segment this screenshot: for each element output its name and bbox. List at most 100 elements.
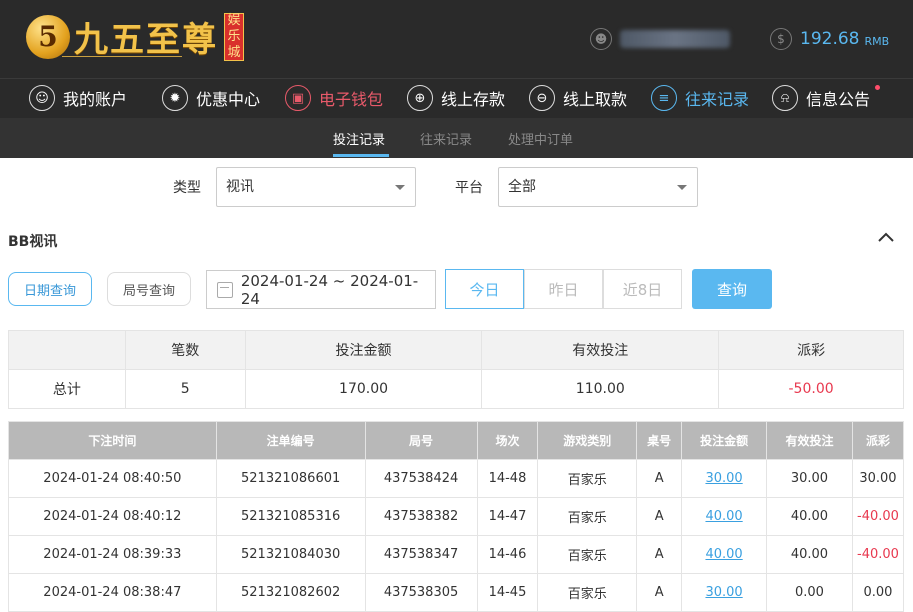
badge-char: 乐: [227, 28, 241, 44]
table-cell: 40.00: [766, 497, 853, 536]
bet-detail-table: 下注时间 注单编号 局号 场次 游戏类别 桌号 投注金额 有效投注 派彩 202…: [8, 421, 905, 612]
detail-header-cell: 派彩: [851, 421, 905, 460]
nav-label: 线上存款: [441, 90, 506, 109]
summary-cell: 170.00: [244, 369, 483, 409]
user-info[interactable]: ☻: [590, 28, 730, 50]
balance-unit: RMB: [864, 34, 890, 48]
yesterday-button[interactable]: 昨日: [524, 269, 603, 309]
detail-header-cell: 游戏类别: [537, 421, 638, 460]
nav-promotions[interactable]: ✹ 优惠中心: [162, 85, 260, 111]
type-label: 类型: [173, 180, 201, 196]
detail-header-row: 下注时间 注单编号 局号 场次 游戏类别 桌号 投注金额 有效投注 派彩: [8, 421, 905, 460]
brand-logo[interactable]: 5 九五至尊 娱 乐 城: [26, 12, 244, 61]
summary-header-cell: [8, 330, 126, 370]
logo-emblem-icon: 5: [26, 14, 70, 59]
table-cell: 14-46: [476, 535, 539, 574]
detail-header-cell: 场次: [476, 421, 539, 460]
calendar-icon: [217, 281, 233, 298]
nav-my-account[interactable]: ☺ 我的账户: [29, 85, 127, 111]
nav-label: 优惠中心: [196, 90, 261, 109]
table-cell: A: [636, 573, 683, 612]
table-cell: 百家乐: [537, 535, 638, 574]
table-cell: 30.00: [681, 459, 768, 498]
summary-header-row: 笔数 投注金额 有效投注 派彩: [8, 330, 904, 370]
table-cell: 0.00: [766, 573, 853, 612]
table-cell: 521321082602: [215, 573, 366, 612]
table-cell: 0.00: [851, 573, 905, 612]
summary-total-row: 总计 5 170.00 110.00 -50.00: [8, 369, 904, 409]
table-cell: 521321086601: [215, 459, 366, 498]
type-select-value: 视讯: [226, 179, 254, 195]
section-title: BB视讯: [8, 234, 58, 250]
sub-nav: 投注记录 往来记录 处理中订单: [0, 118, 913, 158]
summary-header-cell: 有效投注: [481, 330, 720, 370]
nav-records[interactable]: ≡ 往来记录: [651, 85, 749, 111]
summary-header-cell: 笔数: [124, 330, 246, 370]
gift-icon: ✹: [162, 85, 188, 111]
bet-amount-link[interactable]: 30.00: [705, 471, 742, 486]
detail-header-cell: 局号: [364, 421, 478, 460]
user-circle-icon: ☻: [590, 28, 612, 50]
tab-transaction-records[interactable]: 往来记录: [420, 129, 472, 148]
badge-char: 娱: [227, 12, 241, 28]
nav-deposit[interactable]: ⊕ 线上存款: [407, 85, 505, 111]
bet-amount-link[interactable]: 40.00: [705, 509, 742, 524]
badge-char: 城: [227, 44, 241, 60]
table-cell: 14-48: [476, 459, 539, 498]
table-cell: -40.00: [851, 535, 905, 574]
table-cell: 30.00: [766, 459, 853, 498]
notification-dot: [875, 85, 881, 90]
nav-announcements[interactable]: ⍾ 信息公告: [772, 85, 881, 111]
username-blurred: [620, 30, 730, 48]
date-query-tab[interactable]: 日期查询: [8, 272, 92, 306]
table-cell: A: [636, 497, 683, 536]
date-range-value: 2024-01-24 ~ 2024-01-24: [240, 271, 419, 308]
table-cell: 14-45: [476, 573, 539, 612]
tab-pending-orders[interactable]: 处理中订单: [508, 129, 573, 148]
bet-amount-link[interactable]: 40.00: [705, 547, 742, 562]
chevron-down-icon: [395, 185, 405, 190]
table-cell: 2024-01-24 08:39:33: [8, 535, 217, 574]
date-range-input[interactable]: 2024-01-24 ~ 2024-01-24: [206, 270, 436, 309]
table-cell: 40.00: [681, 535, 768, 574]
round-query-tab[interactable]: 局号查询: [107, 272, 191, 306]
type-select[interactable]: 视讯: [216, 167, 416, 207]
table-cell: -40.00: [851, 497, 905, 536]
detail-header-cell: 桌号: [636, 421, 683, 460]
table-cell: 30.00: [851, 459, 905, 498]
bet-amount-link[interactable]: 30.00: [705, 585, 742, 600]
table-cell: 437538305: [364, 573, 478, 612]
records-icon: ≡: [651, 85, 677, 111]
active-tab-underline: [333, 154, 389, 157]
table-row: 2024-01-24 08:40:50 521321086601 437538424…: [8, 459, 905, 498]
summary-header-cell: 投注金额: [244, 330, 483, 370]
table-row: 2024-01-24 08:38:47 521321082602 437538305…: [8, 573, 905, 612]
today-button[interactable]: 今日: [445, 269, 524, 309]
dollar-circle-icon: $: [770, 28, 792, 50]
deposit-icon: ⊕: [407, 85, 433, 111]
balance-value: 192.68: [800, 29, 860, 49]
nav-label: 线上取款: [563, 90, 628, 109]
table-cell: 2024-01-24 08:40:50: [8, 459, 217, 498]
table-cell: 437538347: [364, 535, 478, 574]
table-cell: 521321084030: [215, 535, 366, 574]
brand-badge: 娱 乐 城: [224, 12, 244, 61]
table-cell: 百家乐: [537, 459, 638, 498]
nav-label: 信息公告: [806, 90, 871, 109]
table-cell: 437538424: [364, 459, 478, 498]
summary-cell: 总计: [8, 369, 126, 409]
search-button[interactable]: 查询: [692, 269, 772, 309]
table-cell: 521321085316: [215, 497, 366, 536]
last-8-days-button[interactable]: 近8日: [603, 269, 682, 309]
nav-wallet[interactable]: ▣ 电子钱包: [285, 85, 383, 111]
chevron-up-icon[interactable]: [877, 230, 895, 244]
summary-header-cell: 派彩: [718, 330, 904, 370]
summary-cell: -50.00: [718, 369, 904, 409]
top-header: 5 九五至尊 娱 乐 城 ☻ $ 192.68 RMB: [0, 0, 913, 78]
table-cell: A: [636, 459, 683, 498]
nav-withdraw[interactable]: ⊖ 线上取款: [529, 85, 627, 111]
tab-bet-records[interactable]: 投注记录: [333, 129, 385, 148]
platform-select[interactable]: 全部: [498, 167, 698, 207]
table-cell: A: [636, 535, 683, 574]
wallet-icon: ▣: [285, 85, 311, 111]
